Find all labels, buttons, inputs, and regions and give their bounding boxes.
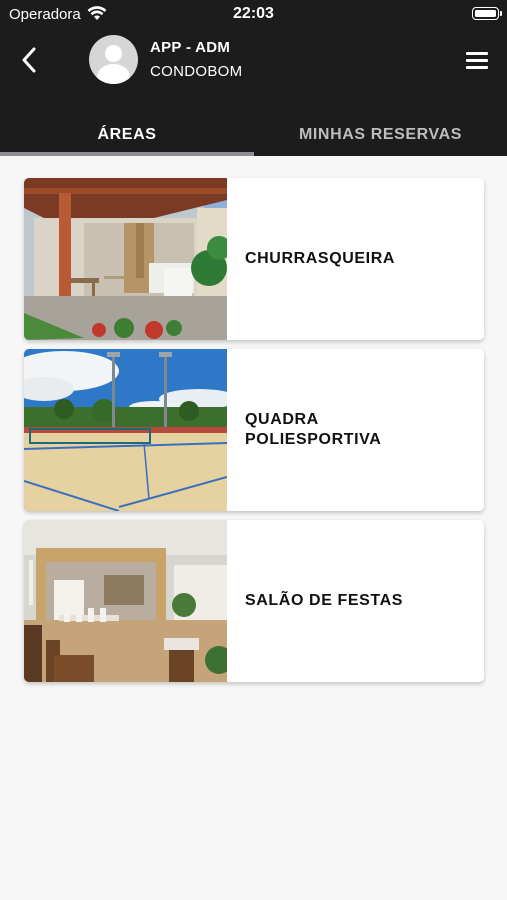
status-bar: Operadora 22:03 xyxy=(0,0,507,28)
menu-button[interactable] xyxy=(463,48,493,72)
area-card-churrasqueira[interactable]: CHURRASQUEIRA xyxy=(24,178,484,340)
hamburger-menu-icon xyxy=(466,52,488,55)
avatar-head xyxy=(105,45,122,62)
clock: 22:03 xyxy=(233,5,274,22)
app-header: Operadora 22:03 APP - ADM CONDOBOM ÁREAS… xyxy=(0,0,507,156)
area-card-salao-de-festas[interactable]: SALÃO DE FESTAS xyxy=(24,520,484,682)
tab-minhas-reservas[interactable]: MINHAS RESERVAS xyxy=(254,126,507,154)
quadra-poliesportiva-image xyxy=(24,349,227,511)
tab-indicator xyxy=(0,152,254,156)
battery-tip xyxy=(500,11,502,16)
avatar-body xyxy=(97,64,130,84)
user-org: CONDOBOM xyxy=(150,63,243,80)
avatar[interactable] xyxy=(89,35,138,84)
chevron-left-icon xyxy=(22,47,36,73)
area-card-quadra-poliesportiva[interactable]: QUADRA POLIESPORTIVA xyxy=(24,349,484,511)
salao-de-festas-image xyxy=(24,520,227,682)
tab-areas[interactable]: ÁREAS xyxy=(0,126,254,154)
back-button[interactable] xyxy=(14,44,44,76)
user-name: APP - ADM xyxy=(150,39,231,56)
area-name: QUADRA POLIESPORTIVA xyxy=(245,349,465,511)
area-name: CHURRASQUEIRA xyxy=(245,250,396,267)
churrasqueira-image xyxy=(24,178,227,340)
area-name-text: QUADRA POLIESPORTIVA xyxy=(245,411,382,448)
area-name: SALÃO DE FESTAS xyxy=(245,592,404,609)
battery-icon xyxy=(472,7,499,20)
